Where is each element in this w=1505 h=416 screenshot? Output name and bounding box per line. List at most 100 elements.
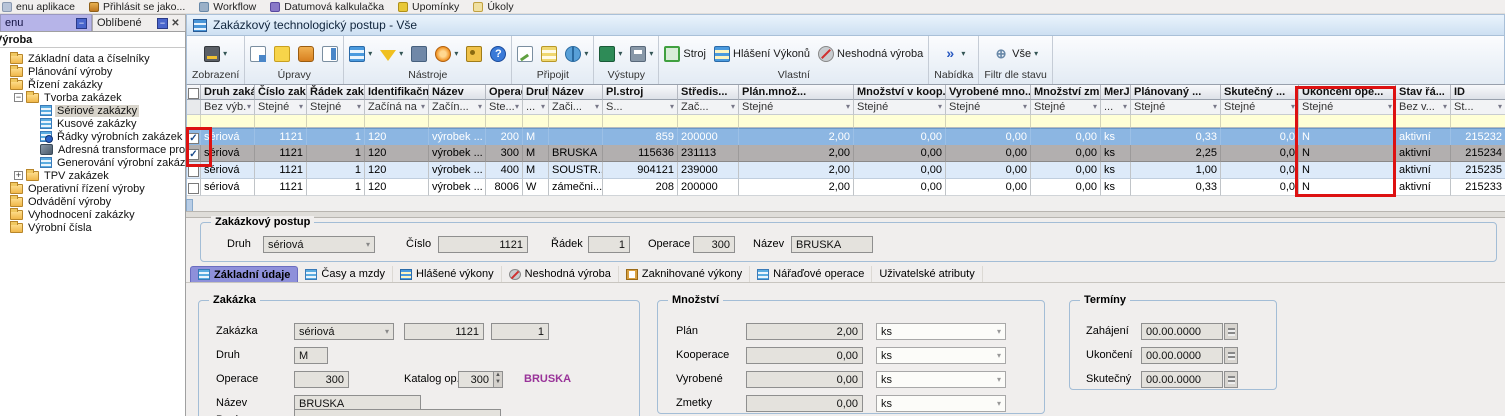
filter-dropdown[interactable]: St...▾ [1451, 100, 1505, 115]
column-header[interactable]: Plán.množ... [739, 85, 854, 100]
radek-field[interactable]: 1 [588, 236, 630, 253]
zakazka-type-select[interactable]: sériová [294, 323, 394, 340]
unit-select[interactable]: ks [876, 371, 1006, 388]
sidebar-tab-menu[interactable]: enu − [0, 14, 92, 31]
filter-dropdown[interactable]: Stejné▾ [854, 100, 946, 115]
katalog-op-field[interactable]: 300 [458, 371, 494, 388]
filter-dropdown[interactable]: Stejné▾ [1131, 100, 1221, 115]
column-header[interactable]: Středis... [678, 85, 739, 100]
filter-input[interactable] [429, 115, 486, 128]
katalog-op-link[interactable]: BRUSKA [524, 371, 571, 388]
menu-item[interactable]: enu aplikace [2, 0, 75, 13]
filter-input[interactable] [603, 115, 678, 128]
tree-item[interactable]: Řádky výrobních zakázek [0, 130, 185, 143]
toolbar-button[interactable]: ? [487, 44, 509, 64]
unit-select[interactable]: ks [876, 323, 1006, 340]
toolbar-button[interactable] [463, 44, 485, 64]
toolbar-button[interactable] [538, 44, 560, 64]
toolbar-button[interactable]: Hlášení Výkonů [711, 44, 813, 64]
toolbar-button[interactable]: ▾ [377, 46, 406, 63]
toolbar-button[interactable] [247, 44, 269, 64]
toolbar-button[interactable]: Stroj [661, 44, 709, 64]
filter-dropdown[interactable]: Stejné▾ [307, 100, 365, 115]
nazev-field[interactable]: BRUSKA [791, 236, 873, 253]
filter-input[interactable] [1221, 115, 1299, 128]
filter-input[interactable] [307, 115, 365, 128]
filter-dropdown[interactable]: Stejné▾ [946, 100, 1031, 115]
filter-input[interactable] [365, 115, 429, 128]
quantity-field[interactable]: 0,00 [746, 347, 863, 364]
toolbar-button[interactable]: Neshodná výroba [815, 44, 926, 64]
expand-toggle-icon[interactable]: − [14, 93, 23, 102]
calendar-button[interactable] [1224, 323, 1238, 340]
expand-toggle-icon[interactable]: + [14, 171, 23, 180]
filter-dropdown[interactable]: S...▾ [603, 100, 678, 115]
toolbar-button[interactable] [514, 44, 536, 64]
column-header[interactable]: Stav řá... [1396, 85, 1451, 100]
filter-dropdown[interactable]: Zač...▾ [678, 100, 739, 115]
filter-input[interactable] [549, 115, 603, 128]
tab--asy-a-mzdy[interactable]: Časy a mzdy [298, 266, 393, 282]
filter-input[interactable] [255, 115, 307, 128]
filter-input[interactable] [854, 115, 946, 128]
pane-splitter[interactable] [186, 211, 1505, 218]
unit-select[interactable]: ks [876, 395, 1006, 412]
tree-item[interactable]: Sériové zakázky [0, 104, 185, 117]
filter-input[interactable] [1396, 115, 1451, 128]
minimize-icon[interactable]: − [76, 18, 87, 29]
filter-input[interactable] [1451, 115, 1505, 128]
column-header[interactable]: Druh [523, 85, 549, 100]
filter-dropdown[interactable]: ...▾ [523, 100, 549, 115]
column-header[interactable]: ID [1451, 85, 1505, 100]
filter-input[interactable] [1031, 115, 1101, 128]
filter-input[interactable] [1131, 115, 1221, 128]
filter-dropdown[interactable]: Stejné▾ [255, 100, 307, 115]
filter-dropdown[interactable]: Stejné▾ [1221, 100, 1299, 115]
row-checkbox-cell[interactable] [187, 179, 201, 196]
toolbar-button[interactable] [319, 44, 341, 64]
tab-n-a-ov-operace[interactable]: Nářaďové operace [750, 266, 872, 282]
row-checkbox[interactable] [188, 166, 199, 177]
column-header[interactable]: Název [429, 85, 486, 100]
toolbar-button[interactable]: ▾ [432, 44, 461, 64]
unit-select[interactable]: ks [876, 347, 1006, 364]
date-field[interactable]: 00.00.0000 [1141, 323, 1223, 340]
tree-item[interactable]: Základní data a číselníky [0, 52, 185, 65]
toolbar-button[interactable]: ▾ [596, 44, 625, 64]
column-header[interactable]: Pl.stroj [603, 85, 678, 100]
operace-field[interactable]: 300 [294, 371, 349, 388]
column-header[interactable]: Název [549, 85, 603, 100]
date-field[interactable]: 00.00.0000 [1141, 347, 1223, 364]
tab-z-kladn-daje[interactable]: Základní údaje [190, 266, 298, 282]
filter-dropdown[interactable]: Ste...▾ [486, 100, 523, 115]
tree-item[interactable]: −Tvorba zakázek [0, 91, 185, 104]
popis-field[interactable] [294, 409, 501, 416]
menu-item[interactable]: Datumová kalkulačka [270, 0, 384, 13]
druh-select[interactable]: sériová [263, 236, 375, 253]
tree-item[interactable]: Odvádění výroby [0, 195, 185, 208]
filter-dropdown[interactable]: Stejné▾ [739, 100, 854, 115]
column-header[interactable]: Vyrobené mno... [946, 85, 1031, 100]
filter-dropdown[interactable]: ...▾ [1101, 100, 1131, 115]
minimize-icon[interactable]: − [157, 18, 168, 29]
column-header[interactable]: Číslo zaká... [255, 85, 307, 100]
quantity-field[interactable]: 2,00 [746, 323, 863, 340]
toolbar-button[interactable]: ▾ [346, 44, 375, 64]
menu-item[interactable]: Přihlásit se jako... [89, 0, 185, 13]
tab-neshodn-v-roba[interactable]: Neshodná výroba [502, 266, 619, 282]
toolbar-button[interactable]: ⊕Vše▾ [990, 44, 1041, 64]
tree-item[interactable]: Adresná transformace prodej [0, 143, 185, 156]
druh-field[interactable]: M [294, 347, 328, 364]
cislo-field[interactable]: 1121 [438, 236, 528, 253]
filter-dropdown[interactable]: Stejné▾ [1031, 100, 1101, 115]
tree-item[interactable]: Výrobní čísla [0, 221, 185, 234]
filter-dropdown[interactable]: Bez výb...▾ [201, 100, 255, 115]
tab-u-ivatelsk-atributy[interactable]: Uživatelské atributy [872, 266, 982, 282]
column-header[interactable]: Množství v koop... [854, 85, 946, 100]
column-header[interactable]: MerJ [1101, 85, 1131, 100]
tree-item[interactable]: Vyhodnocení zakázky [0, 208, 185, 221]
date-field[interactable]: 00.00.0000 [1141, 371, 1223, 388]
menu-item[interactable]: Upomínky [398, 0, 459, 13]
filter-input[interactable] [1101, 115, 1131, 128]
select-all-checkbox[interactable] [188, 88, 199, 99]
